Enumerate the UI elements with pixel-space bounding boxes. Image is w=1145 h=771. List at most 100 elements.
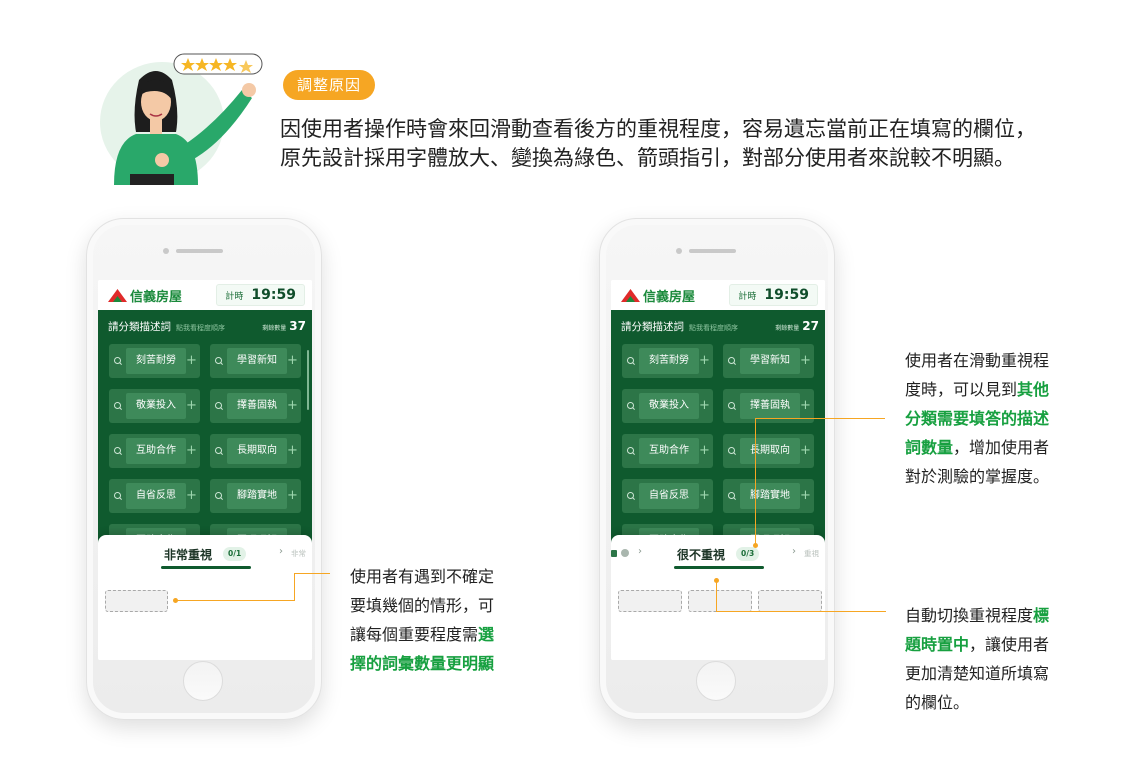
check-circle-icon: [621, 549, 629, 557]
add-icon[interactable]: +: [799, 434, 812, 468]
annotation-text: 度時，可以見到: [905, 380, 1018, 399]
add-icon[interactable]: +: [286, 434, 299, 468]
word-label: 敬業投入: [639, 393, 699, 419]
word-chip[interactable]: 學習新知 +: [723, 344, 814, 378]
empty-answer-slot[interactable]: [758, 590, 822, 612]
add-icon[interactable]: +: [698, 389, 711, 423]
word-panel: 請分類描述詞 點我看程度順序 剩餘數量 37 刻苦耐勞 + 學習新知 + 敬業投入 +…: [98, 310, 312, 560]
add-icon[interactable]: +: [286, 344, 299, 378]
app-topbar: 信義房屋 計時 19:59: [611, 280, 825, 310]
word-label: 刻苦耐勞: [126, 348, 186, 374]
word-label: 學習新知: [227, 348, 287, 374]
empty-answer-slot[interactable]: [618, 590, 682, 612]
order-hint-link[interactable]: 點我看程度順序: [689, 323, 738, 333]
word-chip[interactable]: 互助合作+: [622, 434, 713, 468]
add-icon[interactable]: +: [286, 389, 299, 423]
annotation-highlight: 分類需要填答的描述: [905, 409, 1050, 428]
add-icon[interactable]: +: [185, 479, 198, 513]
add-icon[interactable]: +: [698, 479, 711, 513]
word-chip[interactable]: 擇善固執 +: [210, 389, 301, 423]
add-icon[interactable]: +: [799, 344, 812, 378]
next-category-label[interactable]: 非常: [291, 548, 306, 559]
timer-label: 計時: [738, 291, 757, 302]
word-chip[interactable]: 自省反思 +: [622, 479, 713, 513]
word-chip[interactable]: 互助合作+: [109, 434, 200, 468]
word-chip[interactable]: 自省反思 +: [109, 479, 200, 513]
add-icon[interactable]: +: [185, 434, 198, 468]
chevron-right-icon[interactable]: ›: [638, 546, 642, 557]
category-title[interactable]: 非常重視: [164, 546, 212, 563]
remaining-count: 27: [802, 319, 819, 333]
category-sheet: 非常重視 0/1 › 非常: [98, 535, 312, 660]
annotation-line: 自動切換重視程度標: [905, 601, 1049, 630]
annotation-highlight: 其他: [1017, 380, 1050, 399]
timer-value: 19:59: [764, 287, 809, 303]
word-chip[interactable]: 刻苦耐勞 +: [109, 344, 200, 378]
word-label: 互助合作: [639, 438, 699, 464]
search-icon: [210, 479, 227, 513]
add-icon[interactable]: +: [698, 344, 711, 378]
chevron-right-icon[interactable]: ›: [792, 546, 796, 557]
empty-answer-slot[interactable]: [105, 590, 168, 612]
search-icon: [109, 479, 126, 513]
word-chip[interactable]: 腳踏實地 +: [723, 479, 814, 513]
word-chip[interactable]: 腳踏實地 +: [210, 479, 301, 513]
annotation-highlight: 選: [478, 625, 495, 644]
scrollbar[interactable]: [307, 350, 309, 410]
order-hint-link[interactable]: 點我看程度順序: [176, 323, 225, 333]
house-logo-icon: [621, 288, 640, 302]
word-label: 互助合作: [126, 438, 186, 464]
add-icon[interactable]: +: [286, 479, 299, 513]
remaining-label: 剩餘數量: [775, 325, 800, 332]
callout-line: [755, 418, 885, 419]
annotation-right-bottom: 自動切換重視程度標 題時置中，讓使用者 更加清楚知道所填寫 的欄位。: [905, 601, 1049, 717]
word-chip[interactable]: 刻苦耐勞 +: [622, 344, 713, 378]
active-tab-underline: [674, 566, 764, 569]
annotation-left: 使用者有遇到不確定 要填幾個的情形，可 讓每個重要程度需選 擇的詞彙數量更明顯: [350, 562, 494, 678]
category-count-pill: 0/3: [736, 547, 760, 561]
word-label: 自省反思: [126, 483, 186, 509]
word-chip[interactable]: 長期取向 +: [210, 434, 301, 468]
search-icon: [622, 434, 639, 468]
phone-mockup-left: 信義房屋 計時 19:59 請分類描述詞 點我看程度順序 剩餘數量 37 刻苦耐…: [86, 218, 322, 720]
word-chip[interactable]: 學習新知 +: [210, 344, 301, 378]
word-label: 腳踏實地: [227, 483, 287, 509]
category-title[interactable]: 很不重視: [677, 546, 725, 563]
next-category-label[interactable]: 重視: [804, 548, 819, 559]
callout-line: [294, 573, 330, 574]
annotation-highlight: 擇的詞彙數量更明顯: [350, 654, 495, 673]
annotation-line: 題時置中，讓使用者: [905, 630, 1049, 659]
search-icon: [622, 479, 639, 513]
word-chip[interactable]: 長期取向 +: [723, 434, 814, 468]
word-chip[interactable]: 敬業投入 +: [109, 389, 200, 423]
annotation-highlight: 詞數量: [905, 438, 954, 457]
reason-line-1: 因使用者操作時會來回滑動查看後方的重視程度，容易遺忘當前正在填寫的欄位，: [280, 117, 1036, 141]
brand-name: 信義房屋: [643, 289, 696, 305]
search-icon: [723, 434, 740, 468]
search-icon: [723, 479, 740, 513]
house-logo-icon: [108, 288, 127, 302]
add-icon[interactable]: +: [799, 479, 812, 513]
prev-category-fragment[interactable]: [611, 550, 617, 557]
empty-answer-slot[interactable]: [688, 590, 752, 612]
word-label: 敬業投入: [126, 393, 186, 419]
home-button: [183, 661, 223, 701]
add-icon[interactable]: +: [185, 344, 198, 378]
word-label: 自省反思: [639, 483, 699, 509]
reason-badge: 調整原因: [283, 70, 376, 100]
callout-line: [175, 600, 294, 601]
reason-text: 因使用者操作時會來回滑動查看後方的重視程度，容易遺忘當前正在填寫的欄位， 原先設…: [280, 115, 1140, 173]
annotation-line: 的欄位。: [905, 693, 970, 712]
word-label: 腳踏實地: [740, 483, 800, 509]
annotation-line: 讓每個重要程度需選: [350, 620, 494, 649]
active-tab-underline: [161, 566, 251, 569]
speaker: [689, 249, 736, 253]
callout-line: [716, 580, 717, 611]
annotation-right-top: 使用者在滑動重視程 度時，可以見到其他 分類需要填答的描述 詞數量，增加使用者 …: [905, 346, 1049, 491]
annotation-text: 讓每個重要程度需: [350, 625, 479, 644]
word-label: 擇善固執: [740, 393, 800, 419]
chevron-right-icon[interactable]: ›: [279, 546, 283, 557]
add-icon[interactable]: +: [698, 434, 711, 468]
word-chip[interactable]: 敬業投入 +: [622, 389, 713, 423]
add-icon[interactable]: +: [185, 389, 198, 423]
